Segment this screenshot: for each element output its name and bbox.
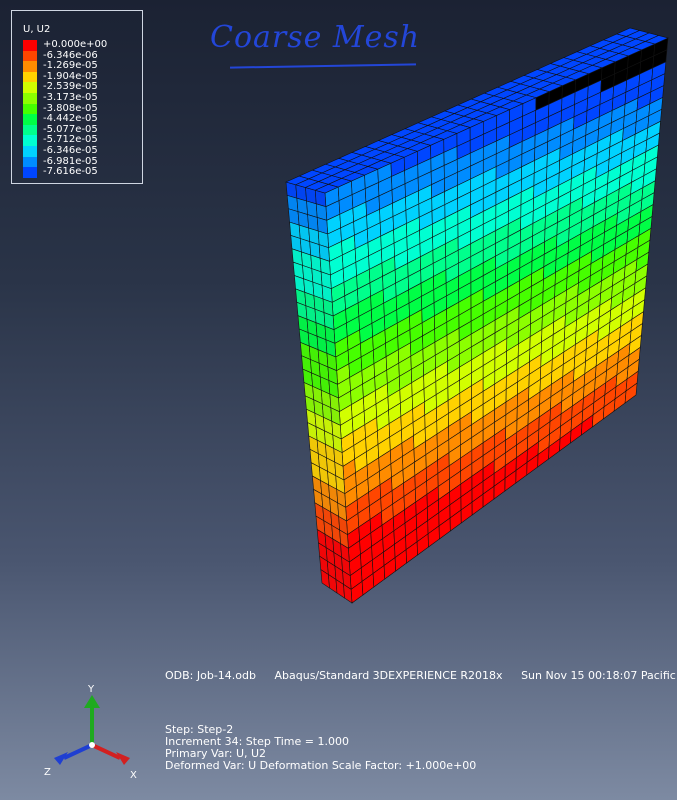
odb-name: ODB: Job-14.odb [165, 669, 256, 682]
z-axis-label: Z [44, 767, 51, 778]
triad-origin [89, 742, 95, 748]
x-axis-label: X [130, 770, 137, 780]
deformed-var-text: Deformed Var: U Deformation Scale Factor… [165, 759, 477, 772]
odb-info-line: ODB: Job-14.odb Abaqus/Standard 3DEXPERI… [165, 670, 676, 682]
x-axis-arrow [91, 743, 121, 760]
timestamp: Sun Nov 15 00:18:07 Pacific [521, 669, 676, 682]
y-arrow-head-icon [84, 695, 100, 708]
z-axis-arrow [63, 743, 93, 760]
coordinate-triad: Y X Z [44, 684, 137, 780]
y-axis-label: Y [87, 684, 95, 695]
solver-version: Abaqus/Standard 3DEXPERIENCE R2018x [274, 669, 503, 682]
